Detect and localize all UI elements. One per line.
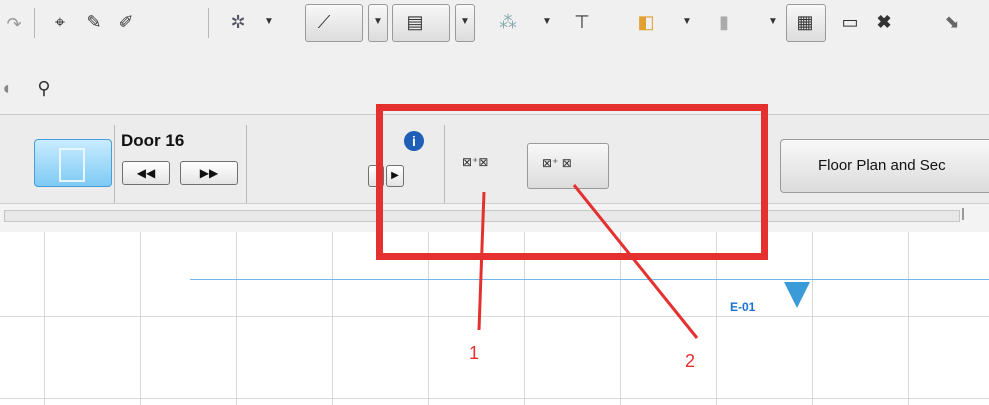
callout-lines: [477, 184, 699, 339]
callout-1-label: 1: [469, 343, 480, 363]
callout-2-label: 2: [685, 351, 696, 371]
callout-line-1: [477, 191, 486, 331]
callout-line-2: [572, 184, 699, 339]
